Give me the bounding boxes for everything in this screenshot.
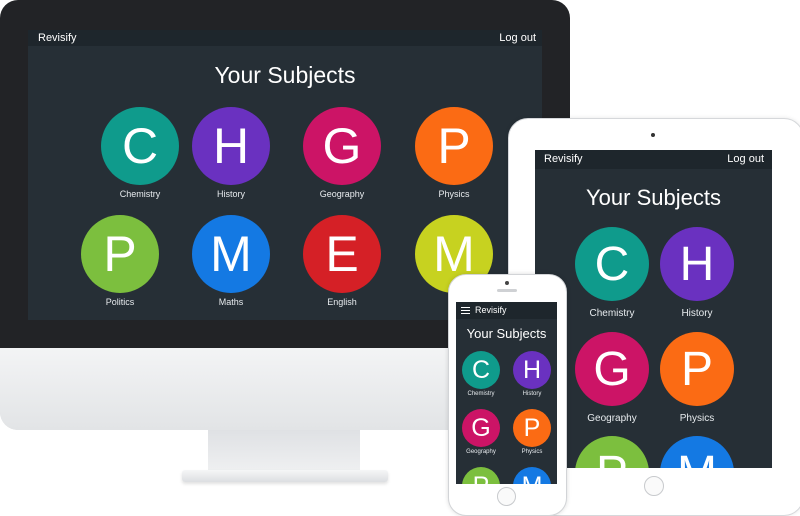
subject-circle[interactable]: C xyxy=(101,107,179,185)
subject-tile-chemistry[interactable]: C Chemistry xyxy=(90,107,190,199)
subject-tile-maths[interactable]: M xyxy=(510,467,554,484)
subject-label: Physics xyxy=(679,413,715,424)
brand-link[interactable]: Revisify xyxy=(38,30,77,46)
logout-link[interactable]: Log out xyxy=(727,150,764,169)
subject-circle[interactable]: M xyxy=(513,467,551,484)
phone-speaker xyxy=(497,289,517,292)
logout-link[interactable]: Log out xyxy=(499,30,536,46)
subject-tile-geography[interactable]: G Geography xyxy=(567,332,657,424)
subject-circle[interactable]: H xyxy=(660,227,734,301)
subject-circle[interactable]: G xyxy=(575,332,649,406)
subject-label: Politics xyxy=(105,297,135,307)
subject-tile-chemistry[interactable]: C Chemistry xyxy=(459,351,503,397)
top-navbar: Revisify Log out xyxy=(535,150,772,169)
subject-label: Geography xyxy=(587,413,637,424)
subject-circle[interactable]: M xyxy=(660,436,734,468)
subject-label: History xyxy=(681,308,713,319)
subject-tile-history[interactable]: H History xyxy=(181,107,281,199)
subject-label: Chemistry xyxy=(119,189,161,199)
subject-tile-chemistry[interactable]: C Chemistry xyxy=(567,227,657,319)
subject-circle[interactable]: M xyxy=(192,215,270,293)
subject-circle[interactable]: E xyxy=(303,215,381,293)
subject-label: Chemistry xyxy=(467,391,495,397)
tablet-camera xyxy=(651,133,655,137)
subject-label: Physics xyxy=(521,449,543,455)
tablet-screen: Revisify Log out Your Subjects C Chemist… xyxy=(535,150,772,468)
subject-circle[interactable]: P xyxy=(415,107,493,185)
subject-tile-maths[interactable]: M xyxy=(652,436,742,468)
subject-label: Geography xyxy=(319,189,365,199)
phone-camera xyxy=(505,281,509,285)
subject-tile-physics[interactable]: P Physics xyxy=(652,332,742,424)
top-navbar: Revisify xyxy=(456,302,557,319)
subject-tile-geography[interactable]: G Geography xyxy=(459,409,503,455)
subject-circle[interactable]: C xyxy=(575,227,649,301)
subject-tile-history[interactable]: H History xyxy=(510,351,554,397)
page-title: Your Subjects xyxy=(466,326,547,341)
subject-label: Geography xyxy=(466,449,496,455)
tablet-home-button xyxy=(644,476,664,496)
subject-tile-geography[interactable]: G Geography xyxy=(292,107,392,199)
subject-tile-physics[interactable]: P Physics xyxy=(510,409,554,455)
subject-label: Chemistry xyxy=(589,308,635,319)
monitor-stand-base xyxy=(182,470,388,482)
subject-circle[interactable]: G xyxy=(303,107,381,185)
subject-circle[interactable]: P xyxy=(81,215,159,293)
subject-label: History xyxy=(522,391,542,397)
subject-label: History xyxy=(216,189,245,199)
top-navbar: Revisify Log out xyxy=(28,30,542,46)
phone-screen: Revisify Your Subjects C Chemistry H His… xyxy=(456,302,557,484)
brand-link[interactable]: Revisify xyxy=(544,150,583,169)
subject-tile-history[interactable]: H History xyxy=(652,227,742,319)
subject-circle[interactable]: H xyxy=(192,107,270,185)
subject-label: Physics xyxy=(438,189,470,199)
subject-tile-politics[interactable]: P xyxy=(567,436,657,468)
subject-circle[interactable]: C xyxy=(462,351,500,389)
phone-home-button xyxy=(497,487,516,506)
subject-circle[interactable]: G xyxy=(462,409,500,447)
subject-label: English xyxy=(327,297,357,307)
subject-tile-politics[interactable]: P xyxy=(459,467,503,484)
subject-tile-maths[interactable]: M Maths xyxy=(181,215,281,307)
subject-circle[interactable]: P xyxy=(660,332,734,406)
subject-label: Maths xyxy=(218,297,244,307)
page-title: Your Subjects xyxy=(586,185,721,210)
subject-tile-english[interactable]: E English xyxy=(292,215,392,307)
page-title: Your Subjects xyxy=(214,62,356,88)
subject-tile-physics[interactable]: P Physics xyxy=(404,107,504,199)
subject-circle[interactable]: P xyxy=(513,409,551,447)
hamburger-menu-icon[interactable] xyxy=(461,307,470,314)
subject-circle[interactable]: P xyxy=(462,467,500,484)
subject-circle[interactable]: H xyxy=(513,351,551,389)
brand-link[interactable]: Revisify xyxy=(475,302,507,319)
subject-circle[interactable]: P xyxy=(575,436,649,468)
subject-tile-politics[interactable]: P Politics xyxy=(70,215,170,307)
